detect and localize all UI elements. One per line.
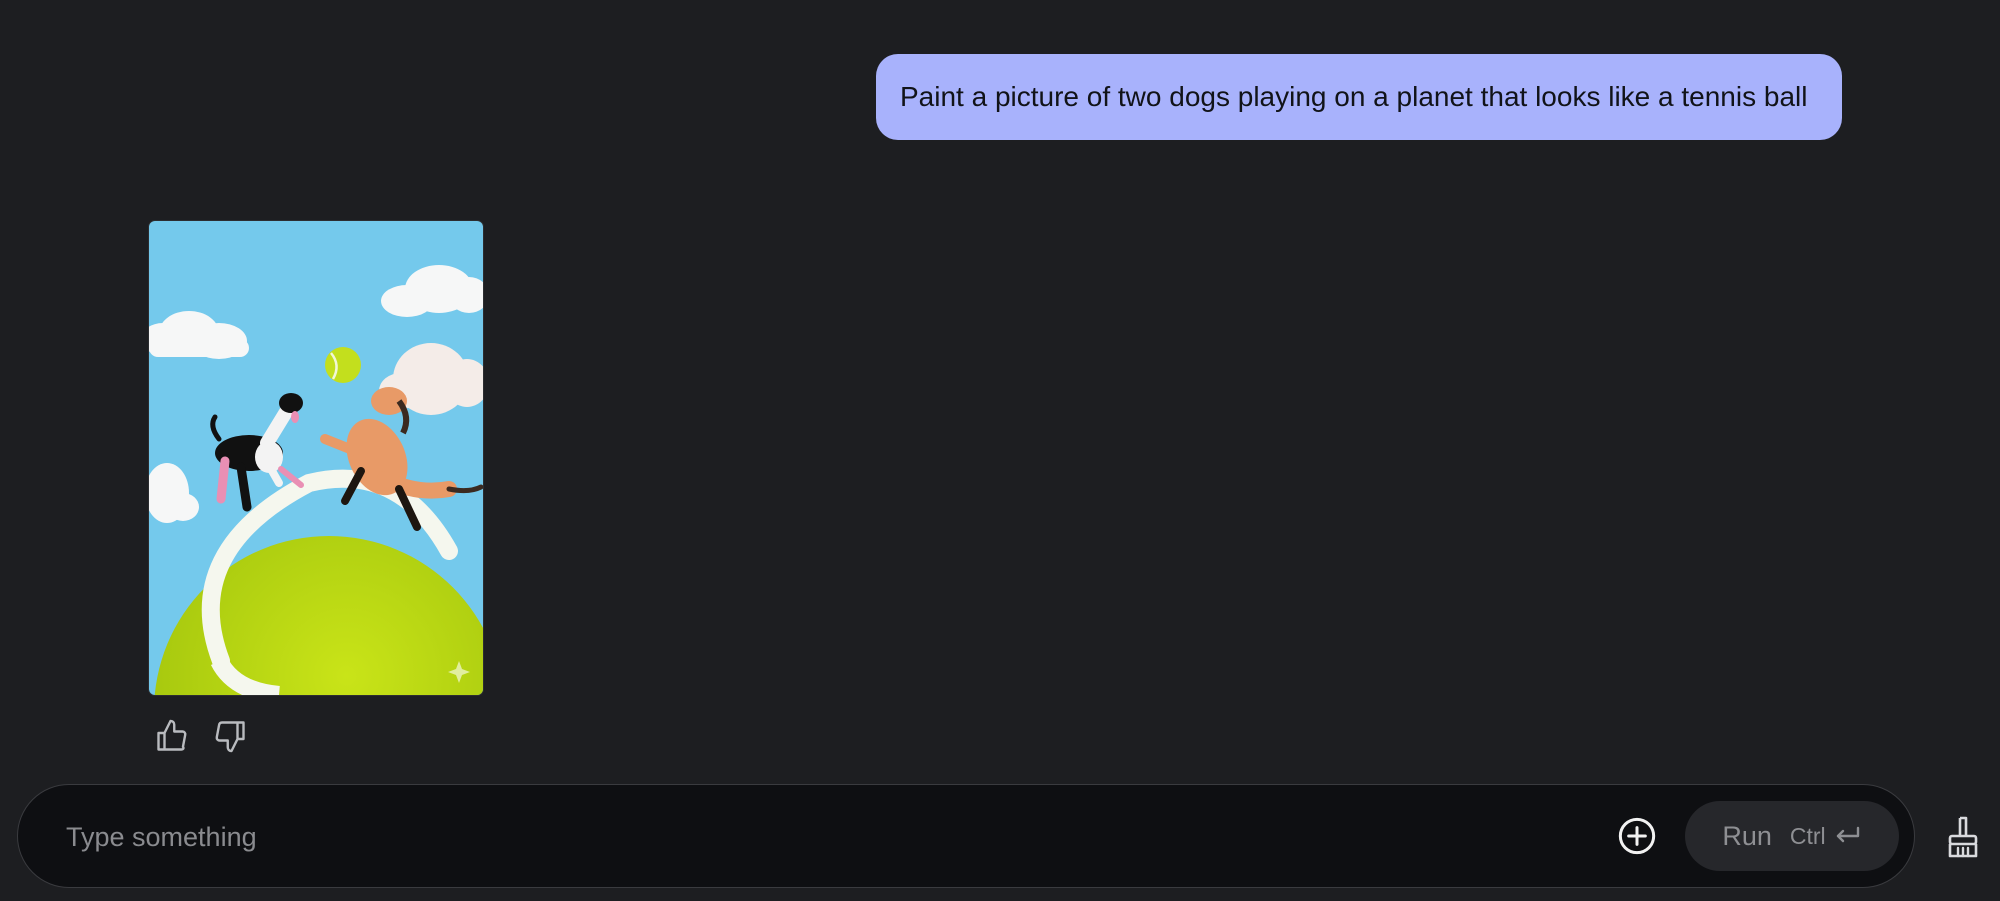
response-feedback [152,716,250,756]
generated-image[interactable] [149,221,483,695]
prompt-composer: Run Ctrl [17,784,1915,888]
user-message-text: Paint a picture of two dogs playing on a… [900,81,1808,112]
chat-app: Paint a picture of two dogs playing on a… [0,0,2000,901]
clear-chat-button[interactable] [1940,812,1986,862]
broom-icon [1948,816,1978,858]
prompt-input[interactable] [64,811,1568,863]
run-shortcut-hint: Ctrl [1790,823,1862,850]
run-button[interactable]: Run Ctrl [1685,801,1899,871]
add-media-button[interactable] [1616,815,1658,857]
user-message-bubble: Paint a picture of two dogs playing on a… [876,54,1842,140]
thumb-up-icon [157,719,187,751]
thumb-down-button[interactable] [210,716,250,756]
enter-key-icon [1836,826,1859,843]
thumb-up-button[interactable] [152,716,192,756]
add-circle-icon [1618,817,1656,855]
shortcut-ctrl-label: Ctrl [1789,822,1826,849]
run-label: Run [1722,820,1772,851]
thumb-down-icon [215,721,245,753]
